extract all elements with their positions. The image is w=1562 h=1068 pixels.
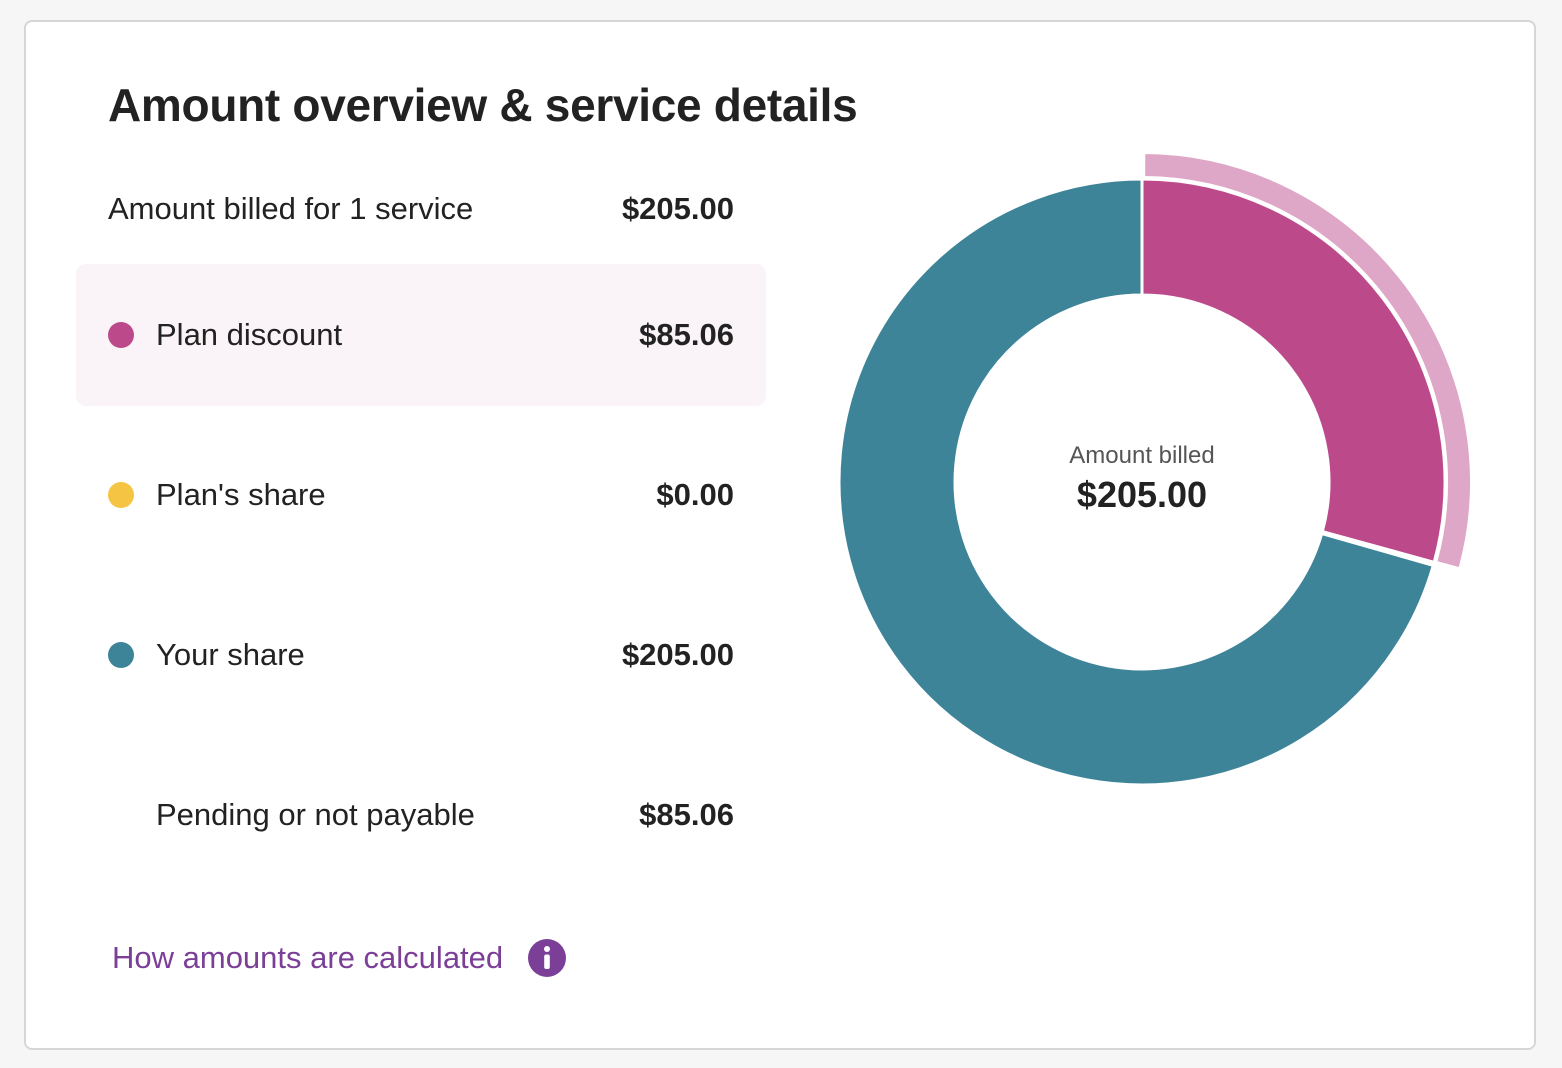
amount-billed-value: $205.00 bbox=[621, 191, 734, 226]
amount-billed-label: Amount billed for 1 service bbox=[108, 191, 474, 226]
plan-discount-row[interactable]: Plan discount $85.06 bbox=[76, 264, 766, 406]
info-icon[interactable] bbox=[527, 938, 567, 978]
plans-share-label: Plan's share bbox=[156, 477, 326, 512]
plan-discount-label: Plan discount bbox=[156, 317, 343, 352]
amount-overview-card: Amount overview & service details Amount… bbox=[24, 20, 1536, 1050]
your-share-row[interactable]: Your share $205.00 bbox=[76, 584, 766, 726]
amount-billed-row: Amount billed for 1 service $205.00 bbox=[76, 138, 766, 280]
your-share-dot-icon bbox=[108, 642, 134, 668]
how-amounts-calculated-link-wrap: How amounts are calculated bbox=[112, 934, 567, 982]
plan-discount-value: $85.06 bbox=[639, 317, 734, 352]
plans-share-value: $0.00 bbox=[656, 477, 734, 512]
plans-share-row[interactable]: Plan's share $0.00 bbox=[76, 424, 766, 566]
card-title: Amount overview & service details bbox=[108, 79, 858, 131]
plan-discount-dot-icon bbox=[108, 322, 134, 348]
your-share-value: $205.00 bbox=[621, 637, 734, 672]
plans-share-dot-icon bbox=[108, 482, 134, 508]
pending-label: Pending or not payable bbox=[156, 797, 475, 832]
chart-center-label: Amount billed bbox=[1069, 442, 1215, 469]
how-amounts-calculated-link[interactable]: How amounts are calculated bbox=[112, 940, 503, 976]
pending-row: Pending or not payable $85.06 bbox=[76, 744, 766, 886]
your-share-label: Your share bbox=[156, 637, 305, 672]
chart-center-value: $205.00 bbox=[1076, 474, 1208, 515]
pending-value: $85.06 bbox=[639, 797, 734, 832]
